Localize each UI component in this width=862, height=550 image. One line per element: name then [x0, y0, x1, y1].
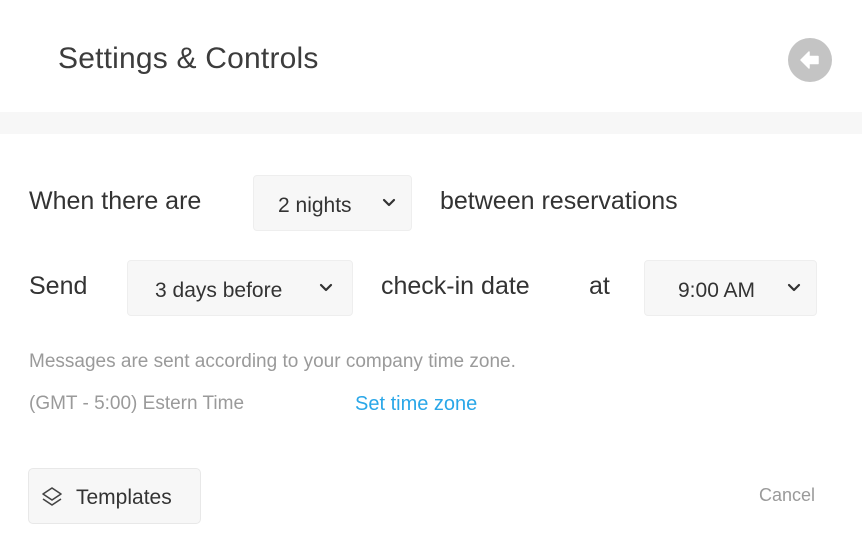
days-before-select-value: 3 days before: [155, 279, 283, 302]
header: Settings & Controls: [0, 0, 862, 112]
send-label: Send: [29, 272, 88, 300]
send-row: Send 3 days before check-in date at 9:00…: [0, 260, 862, 316]
arrow-left-icon: [800, 51, 819, 69]
set-time-zone-link[interactable]: Set time zone: [355, 393, 477, 416]
time-select-value: 9:00 AM: [678, 279, 756, 302]
days-before-select[interactable]: 3 days before: [127, 260, 353, 316]
cancel-button[interactable]: Cancel: [759, 485, 815, 506]
rule-prefix-label: When there are: [29, 187, 202, 215]
layers-icon: [42, 487, 62, 506]
back-button[interactable]: [788, 38, 832, 82]
check-in-date-label: check-in date: [381, 272, 530, 300]
header-divider: [0, 112, 862, 134]
rule-suffix-label: between reservations: [440, 187, 678, 215]
settings-page: Settings & Controls When there are 2 nig…: [0, 0, 862, 550]
page-title: Settings & Controls: [58, 42, 319, 75]
templates-button-label: Templates: [76, 486, 172, 509]
templates-button[interactable]: Templates: [28, 468, 201, 524]
chevron-down-icon: [382, 198, 396, 207]
time-select[interactable]: 9:00 AM: [644, 260, 817, 316]
timezone-note: Messages are sent according to your comp…: [29, 351, 516, 372]
current-timezone: (GMT - 5:00) Estern Time: [29, 393, 245, 414]
chevron-down-icon: [319, 283, 333, 292]
nights-select[interactable]: 2 nights: [253, 175, 412, 231]
nights-select-value: 2 nights: [278, 194, 352, 217]
chevron-down-icon: [787, 283, 801, 292]
nights-rule-row: When there are 2 nights between reservat…: [0, 175, 862, 231]
at-label: at: [589, 272, 610, 300]
